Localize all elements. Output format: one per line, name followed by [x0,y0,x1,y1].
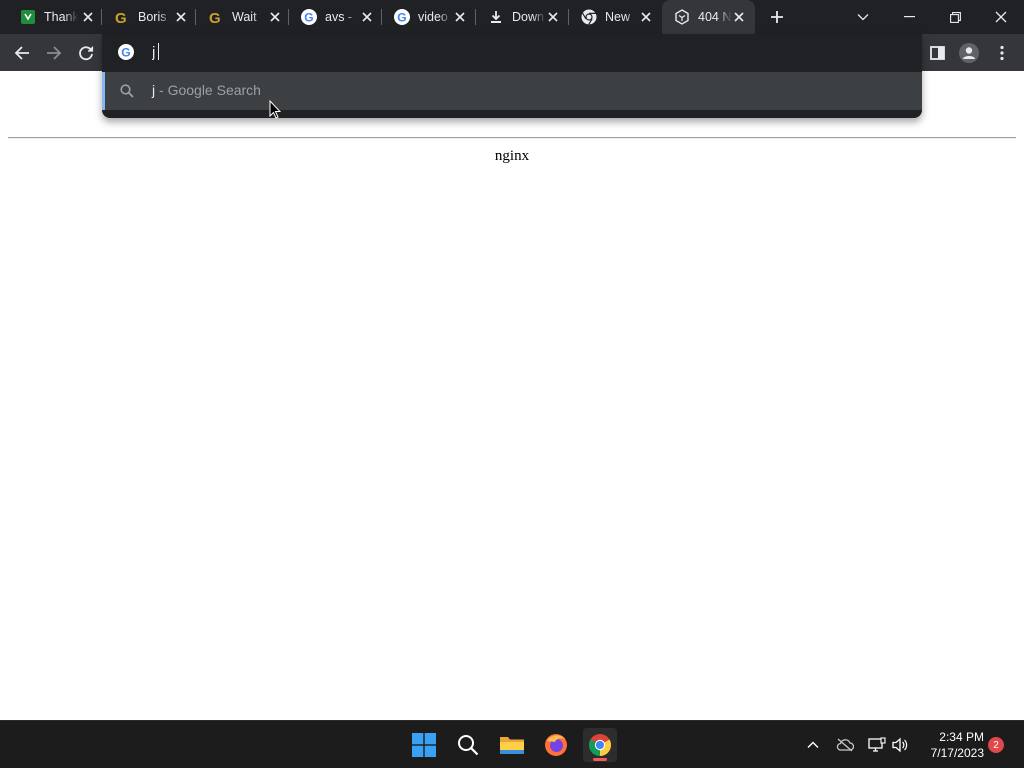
page-icon [674,9,690,25]
tab-7[interactable]: New [569,0,662,34]
tab-6[interactable]: Down [476,0,569,34]
firefox-icon [545,734,567,756]
arrow-right-icon [47,46,62,60]
search-suggestion[interactable]: j - Google Search [102,72,922,110]
back-button[interactable] [9,40,35,66]
tab-strip: Thank G Boris G Wait G avs - G video Dow… [0,0,1024,34]
chrome-taskbar-button[interactable] [583,728,617,762]
page-content: nginx [0,71,1024,720]
selection-indicator [102,72,105,110]
avatar-icon [959,43,979,63]
reload-icon [79,46,94,61]
close-tab-icon[interactable] [268,10,282,24]
chevron-down-icon [857,14,869,21]
folder-icon [500,737,524,754]
text-caret [158,43,159,60]
chrome-icon [581,9,597,25]
clock-date: 7/17/2023 [930,746,984,760]
reload-button[interactable] [73,40,99,66]
grammarly-icon: G [114,9,130,25]
tab-8-active[interactable]: 404 N [662,0,755,34]
close-icon [995,11,1007,23]
grammarly-icon: G [208,9,224,25]
search-button[interactable] [451,728,485,762]
restore-icon [949,11,961,23]
tab-search-button[interactable] [840,0,886,34]
cloud-off-icon [836,738,854,752]
close-tab-icon[interactable] [546,10,560,24]
server-name-text: nginx [494,148,530,164]
google-icon: G [394,9,410,25]
svg-text:G: G [209,10,221,25]
active-app-indicator [593,758,607,761]
svg-text:G: G [304,11,313,25]
side-panel-icon [929,46,945,60]
close-tab-icon[interactable] [360,10,374,24]
side-panel-button[interactable] [924,40,950,66]
start-button[interactable] [407,728,441,762]
tab-3[interactable]: G Wait [196,0,289,34]
chevron-up-icon [807,741,819,748]
close-tab-icon[interactable] [174,10,188,24]
green-sheet-icon [20,9,36,25]
menu-button[interactable] [989,40,1015,66]
close-tab-icon[interactable] [732,10,746,24]
clock[interactable]: 2:34 PM 7/17/2023 [916,729,984,761]
clock-time: 2:34 PM [939,730,984,744]
tab-title: New [605,10,631,24]
svg-text:G: G [121,46,130,60]
network-button[interactable] [866,734,888,756]
google-icon: G [118,44,134,60]
firefox-button[interactable] [539,728,573,762]
speaker-icon [892,737,908,753]
tab-title: avs - [325,10,353,24]
tab-title: Down [512,10,544,24]
close-tab-icon[interactable] [639,10,653,24]
mouse-cursor-icon [269,99,282,119]
search-icon [458,735,479,756]
notification-badge[interactable]: 2 [988,737,1004,753]
tab-title: Thank [44,10,78,24]
close-tab-icon[interactable] [453,10,467,24]
svg-text:G: G [397,11,406,25]
restore-button[interactable] [932,0,978,34]
close-tab-icon[interactable] [81,10,95,24]
tab-5[interactable]: G video [382,0,476,34]
kebab-menu-icon [1000,45,1004,61]
suggestion-suffix: - Google Search [155,82,261,98]
forward-button[interactable] [41,40,67,66]
svg-text:G: G [115,10,127,25]
arrow-left-icon [14,46,29,60]
new-tab-button[interactable] [766,6,788,28]
tab-title: Wait [232,10,257,24]
tab-title: 404 N [698,10,732,24]
tab-title: video [418,10,448,24]
tab-2[interactable]: G Boris [102,0,196,34]
windows-logo-icon [412,733,436,757]
tab-1[interactable]: Thank [8,0,102,34]
search-icon [119,83,135,99]
omnibox-dropdown: G j - Google Search [102,34,922,118]
tab-4[interactable]: G avs - [289,0,382,34]
file-explorer-button[interactable] [495,728,529,762]
suggestion-text: j - Google Search [152,82,261,98]
address-bar-input[interactable] [152,41,852,63]
minimize-button[interactable] [886,0,932,34]
plus-icon [771,11,783,23]
tab-title: Boris [138,10,167,24]
chrome-icon [589,734,611,756]
onedrive-button[interactable] [834,734,856,756]
show-hidden-icons-button[interactable] [802,734,824,756]
close-window-button[interactable] [978,0,1024,34]
taskbar: 2:34 PM 7/17/2023 2 [0,720,1024,768]
google-icon: G [301,9,317,25]
download-icon [488,9,504,25]
minimize-icon [903,16,915,18]
volume-button[interactable] [889,734,911,756]
profile-button[interactable] [956,40,982,66]
network-icon [868,737,886,752]
horizontal-rule [8,137,1016,139]
